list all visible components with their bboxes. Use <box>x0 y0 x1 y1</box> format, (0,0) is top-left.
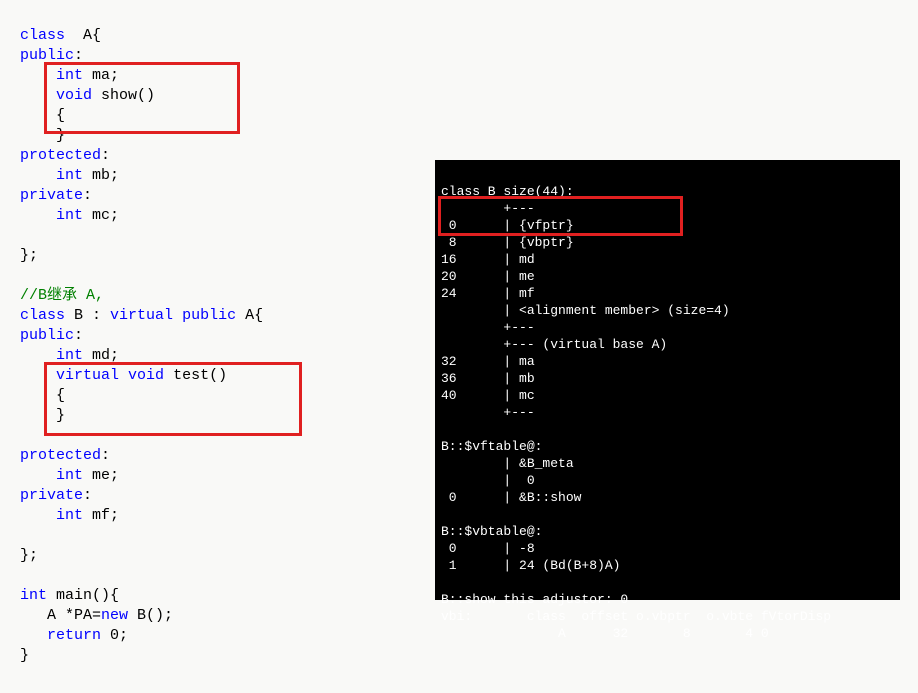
kw-class: class <box>20 307 65 324</box>
kw-private: private <box>20 187 83 204</box>
txt: me; <box>83 467 119 484</box>
highlight-box-test <box>44 362 302 436</box>
term-line: 0 | &B::show <box>441 490 581 505</box>
txt: A{ <box>236 307 263 324</box>
term-line: vbi: class offset o.vbptr o.vbte fVtorDi… <box>441 609 831 624</box>
comment: //B继承 A, <box>20 287 104 304</box>
brace: } <box>20 647 29 664</box>
kw-int: int <box>56 167 83 184</box>
txt: B : <box>65 307 110 324</box>
kw-public: public <box>182 307 236 324</box>
kw-public: public <box>20 327 74 344</box>
txt: mc; <box>83 207 119 224</box>
kw-return: return <box>47 627 101 644</box>
term-line: 40 | mc <box>441 388 535 403</box>
sp <box>173 307 182 324</box>
txt: mf; <box>83 507 119 524</box>
term-line: | <alignment member> (size=4) <box>441 303 730 318</box>
term-line: +--- <box>441 320 535 335</box>
txt <box>20 627 47 644</box>
kw-class: class <box>20 27 65 44</box>
term-line: 32 | ma <box>441 354 535 369</box>
txt: 0; <box>101 627 128 644</box>
punct: : <box>74 327 83 344</box>
kw-new: new <box>101 607 128 624</box>
punct: : <box>83 487 92 504</box>
closebrace: }; <box>20 247 38 264</box>
term-line: B::show this adjustor: 0 <box>441 592 628 607</box>
kw-protected: protected <box>20 147 101 164</box>
kw-private: private <box>20 487 83 504</box>
txt: A{ <box>65 27 101 44</box>
kw-int: int <box>56 507 83 524</box>
term-line: 20 | me <box>441 269 535 284</box>
term-line: 8 | {vbptr} <box>441 235 574 250</box>
term-line: 36 | mb <box>441 371 535 386</box>
term-line: B::$vftable@: <box>441 439 542 454</box>
term-line: 24 | mf <box>441 286 535 301</box>
kw-int: int <box>20 587 47 604</box>
term-line: +--- (virtual base A) <box>441 337 667 352</box>
highlight-box-show <box>44 62 240 134</box>
term-line: A 32 8 4 0 <box>441 626 769 641</box>
term-line: +--- <box>441 405 535 420</box>
punct: : <box>83 187 92 204</box>
term-line: 1 | 24 (Bd(B+8)A) <box>441 558 620 573</box>
punct: : <box>101 447 110 464</box>
txt: mb; <box>83 167 119 184</box>
kw-int: int <box>56 467 83 484</box>
term-line: | &B_meta <box>441 456 574 471</box>
term-line: 0 | -8 <box>441 541 535 556</box>
kw-virtual: virtual <box>110 307 173 324</box>
term-line: B::$vbtable@: <box>441 524 542 539</box>
term-line: 16 | md <box>441 252 535 267</box>
kw-protected: protected <box>20 447 101 464</box>
kw-int: int <box>56 207 83 224</box>
txt: B(); <box>128 607 173 624</box>
txt: A *PA= <box>20 607 101 624</box>
punct: : <box>101 147 110 164</box>
txt: main(){ <box>47 587 119 604</box>
highlight-box-vptr <box>438 196 683 236</box>
closebrace: }; <box>20 547 38 564</box>
term-line: | 0 <box>441 473 535 488</box>
